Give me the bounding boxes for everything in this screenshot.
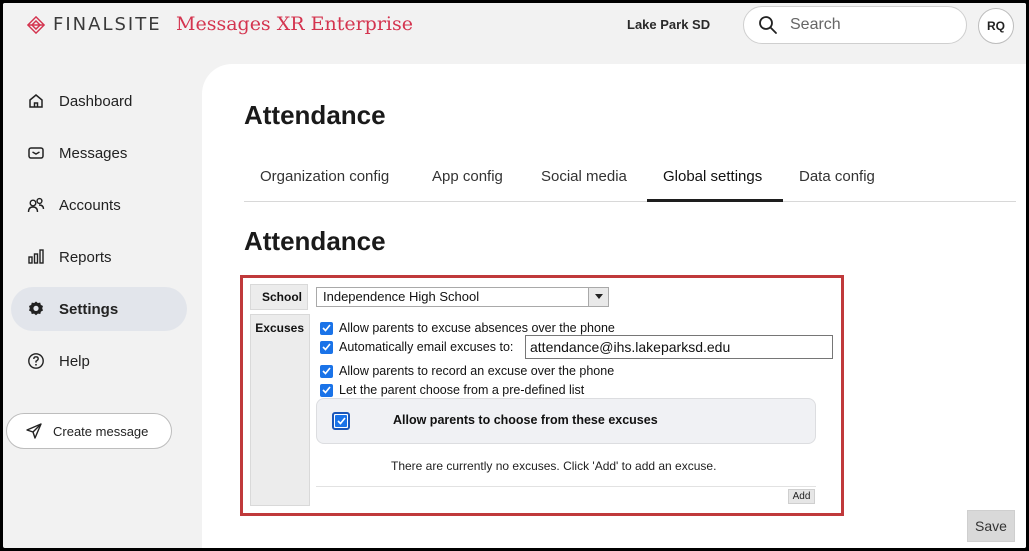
school-select[interactable]: Independence High School <box>316 287 609 307</box>
main-content: Attendance Organization config App confi… <box>202 64 1026 548</box>
dropdown-arrow-icon <box>588 288 608 306</box>
search-box[interactable] <box>743 6 967 44</box>
checkmark-icon <box>335 415 347 427</box>
tab-global-settings[interactable]: Global settings <box>663 168 762 185</box>
settings-tabs: Organization config App config Social me… <box>244 158 1016 202</box>
sidebar-item-label: Settings <box>59 300 119 318</box>
sidebar-item-label: Reports <box>59 248 112 266</box>
create-message-button[interactable]: Create message <box>6 413 172 449</box>
sidebar-item-label: Accounts <box>59 196 121 214</box>
finalsite-logo-icon <box>27 15 45 34</box>
bar-chart-icon <box>28 249 44 264</box>
create-message-label: Create message <box>53 423 149 439</box>
users-icon <box>27 197 45 213</box>
option-label: Allow parents to record an excuse over t… <box>339 364 615 378</box>
sidebar-item-label: Messages <box>59 144 128 162</box>
sidebar-item-label: Dashboard <box>59 92 133 110</box>
option-label: Let the parent choose from a pre-defined… <box>339 383 585 397</box>
checkbox-checked[interactable] <box>320 383 333 397</box>
school-select-value: Independence High School <box>323 289 480 304</box>
attendance-settings-panel: School Independence High School Excuses … <box>240 275 844 516</box>
choose-excuses-box: Allow parents to choose from these excus… <box>316 398 816 444</box>
app-window: FINALSITE Messages XR Enterprise Lake Pa… <box>3 3 1026 548</box>
sidebar-item-help[interactable]: Help <box>11 339 187 383</box>
sidebar-item-settings[interactable]: Settings <box>11 287 187 331</box>
choose-excuses-checkbox[interactable] <box>332 412 350 430</box>
excuse-email-field[interactable]: attendance@ihs.lakeparksd.edu <box>525 335 833 359</box>
product-name: Messages XR Enterprise <box>176 13 413 35</box>
tab-organization-config[interactable]: Organization config <box>260 168 389 185</box>
option-email-excuses[interactable]: Automatically email excuses to: <box>320 340 513 354</box>
sidebar-item-messages[interactable]: Messages <box>11 131 187 175</box>
sidebar-item-label: Help <box>59 352 90 370</box>
search-icon <box>759 16 777 34</box>
tab-social-media[interactable]: Social media <box>541 168 627 185</box>
send-icon <box>26 423 42 439</box>
option-record-excuse[interactable]: Allow parents to record an excuse over t… <box>320 364 614 378</box>
finalsite-logo[interactable]: FINALSITE <box>27 14 162 35</box>
divider <box>316 486 816 487</box>
checkbox-checked[interactable] <box>320 340 333 354</box>
tab-app-config[interactable]: App config <box>432 168 503 185</box>
organization-name: Lake Park SD <box>627 17 711 32</box>
top-bar: FINALSITE Messages XR Enterprise Lake Pa… <box>3 3 1026 47</box>
home-icon <box>29 94 43 108</box>
tab-data-config[interactable]: Data config <box>799 168 875 185</box>
choose-excuses-label: Allow parents to choose from these excus… <box>393 413 658 427</box>
add-excuse-button[interactable]: Add <box>788 489 815 504</box>
save-button[interactable]: Save <box>967 510 1015 542</box>
option-predefined-list[interactable]: Let the parent choose from a pre-defined… <box>320 383 584 397</box>
help-icon <box>28 353 44 369</box>
user-avatar[interactable]: RQ <box>978 8 1014 44</box>
sidebar-item-reports[interactable]: Reports <box>11 235 187 279</box>
page-title: Attendance <box>244 100 386 130</box>
sidebar-item-accounts[interactable]: Accounts <box>11 183 187 227</box>
option-label: Automatically email excuses to: <box>339 340 514 354</box>
empty-excuses-message: There are currently no excuses. Click 'A… <box>391 459 717 473</box>
option-excuse-phone[interactable]: Allow parents to excuse absences over th… <box>320 321 615 335</box>
search-input[interactable] <box>790 16 940 34</box>
checkbox-checked[interactable] <box>320 321 333 335</box>
checkbox-checked[interactable] <box>320 364 333 378</box>
school-label: School <box>250 284 308 310</box>
section-title: Attendance <box>244 226 386 256</box>
envelope-icon <box>28 147 44 159</box>
excuses-label: Excuses <box>250 314 310 506</box>
logo-text: FINALSITE <box>53 14 162 35</box>
active-tab-indicator <box>647 199 783 202</box>
gear-icon <box>29 301 43 316</box>
option-label: Allow parents to excuse absences over th… <box>339 321 615 335</box>
sidebar-item-dashboard[interactable]: Dashboard <box>11 79 187 123</box>
